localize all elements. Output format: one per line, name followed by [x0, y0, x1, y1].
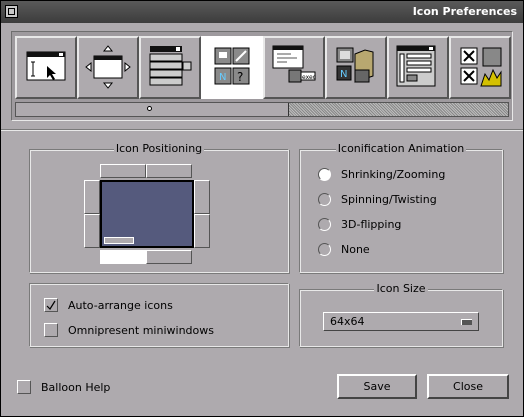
position-left-bottom[interactable]	[84, 214, 100, 248]
miniaturize-button[interactable]	[5, 5, 18, 18]
position-right-top[interactable]	[194, 180, 210, 214]
position-bottom-right[interactable]	[146, 250, 192, 264]
radio-label: Spinning/Twisting	[341, 192, 437, 206]
icon-size-popup[interactable]: 64x64	[323, 312, 479, 331]
save-button[interactable]: Save	[337, 374, 417, 399]
scroll-thumb[interactable]	[16, 103, 289, 116]
radio-circle[interactable]	[318, 192, 331, 206]
omnipresent-label: Omnipresent miniwindows	[68, 323, 214, 337]
radio-circle[interactable]	[318, 167, 331, 181]
position-top-right[interactable]	[146, 164, 192, 178]
checkbox-box[interactable]	[44, 298, 58, 312]
title-bar[interactable]: Icon Preferences	[1, 1, 523, 23]
radio-circle[interactable]	[318, 242, 331, 256]
radio-3d-flipping[interactable]: 3D-flipping	[318, 216, 401, 232]
menu-icon	[149, 46, 192, 86]
radio-label: Shrinking/Zooming	[341, 167, 446, 181]
balloon-help-checkbox[interactable]: Balloon Help	[17, 380, 110, 394]
exec-icon: exec	[272, 45, 316, 83]
folder-icon: N	[336, 47, 374, 83]
radio-label: 3D-flipping	[341, 217, 402, 231]
position-right-bottom[interactable]	[194, 214, 210, 248]
tool-workspace[interactable]: N	[325, 36, 387, 99]
window-cursor-icon	[26, 51, 66, 81]
position-selector	[84, 164, 212, 266]
popup-arrow-icon	[461, 319, 472, 325]
tool-expert[interactable]	[449, 36, 511, 99]
icon-placement-preview	[104, 237, 134, 244]
svg-text:N: N	[219, 72, 226, 83]
window-title: Icon Preferences	[412, 5, 517, 18]
auto-arrange-checkbox[interactable]: Auto-arrange icons	[44, 298, 173, 312]
position-left-top[interactable]	[84, 180, 100, 214]
svg-text:?: ?	[237, 70, 243, 84]
svg-text:N: N	[340, 69, 347, 80]
tool-icon[interactable]: N?	[201, 36, 263, 99]
icon-positioning-title: Icon Positioning	[113, 142, 205, 155]
radio-shrinking[interactable]: Shrinking/Zooming	[318, 166, 445, 182]
options-group: Auto-arrange icons Omnipresent miniwindo…	[29, 283, 289, 347]
window-move-icon	[85, 45, 131, 89]
checkbox-box[interactable]	[17, 380, 31, 394]
checkmark-icon	[46, 300, 56, 310]
radio-none[interactable]: None	[318, 241, 370, 257]
svg-text:exec: exec	[302, 74, 316, 81]
auto-arrange-label: Auto-arrange icons	[68, 298, 173, 312]
iconification-group: Iconification Animation Shrinking/Zoomin…	[299, 142, 503, 273]
preferences-window: Icon Preferences N? exec N Icon Position…	[0, 0, 524, 417]
search-path-icon	[396, 45, 436, 87]
tool-miniwindow[interactable]: exec	[263, 36, 325, 99]
icon-size-value: 64x64	[330, 315, 365, 328]
position-top-left[interactable]	[100, 164, 146, 178]
scroll-thumb-dimple	[147, 106, 152, 111]
icons-icon: N?	[214, 47, 250, 85]
preferences-toolbar: N? exec N	[11, 31, 513, 121]
tool-window-handling[interactable]	[77, 36, 139, 99]
radio-circle[interactable]	[318, 217, 331, 231]
separator	[1, 129, 523, 131]
expert-icon	[460, 47, 502, 87]
radio-label: None	[341, 242, 370, 256]
omnipresent-checkbox[interactable]: Omnipresent miniwindows	[44, 323, 214, 337]
radio-spinning[interactable]: Spinning/Twisting	[318, 191, 437, 207]
close-button[interactable]: Close	[427, 374, 509, 399]
checkbox-box[interactable]	[44, 323, 58, 337]
tool-menu[interactable]	[139, 36, 201, 99]
position-bottom-left[interactable]	[100, 250, 146, 264]
tool-paths[interactable]	[387, 36, 449, 99]
iconification-title: Iconification Animation	[335, 142, 467, 155]
toolbar-scrollbar[interactable]	[15, 102, 509, 117]
icon-positioning-group: Icon Positioning	[29, 142, 289, 273]
icon-size-title: Icon Size	[374, 282, 428, 295]
tool-appearance[interactable]	[15, 36, 77, 99]
screen-preview	[100, 180, 194, 248]
balloon-help-label: Balloon Help	[41, 380, 111, 394]
